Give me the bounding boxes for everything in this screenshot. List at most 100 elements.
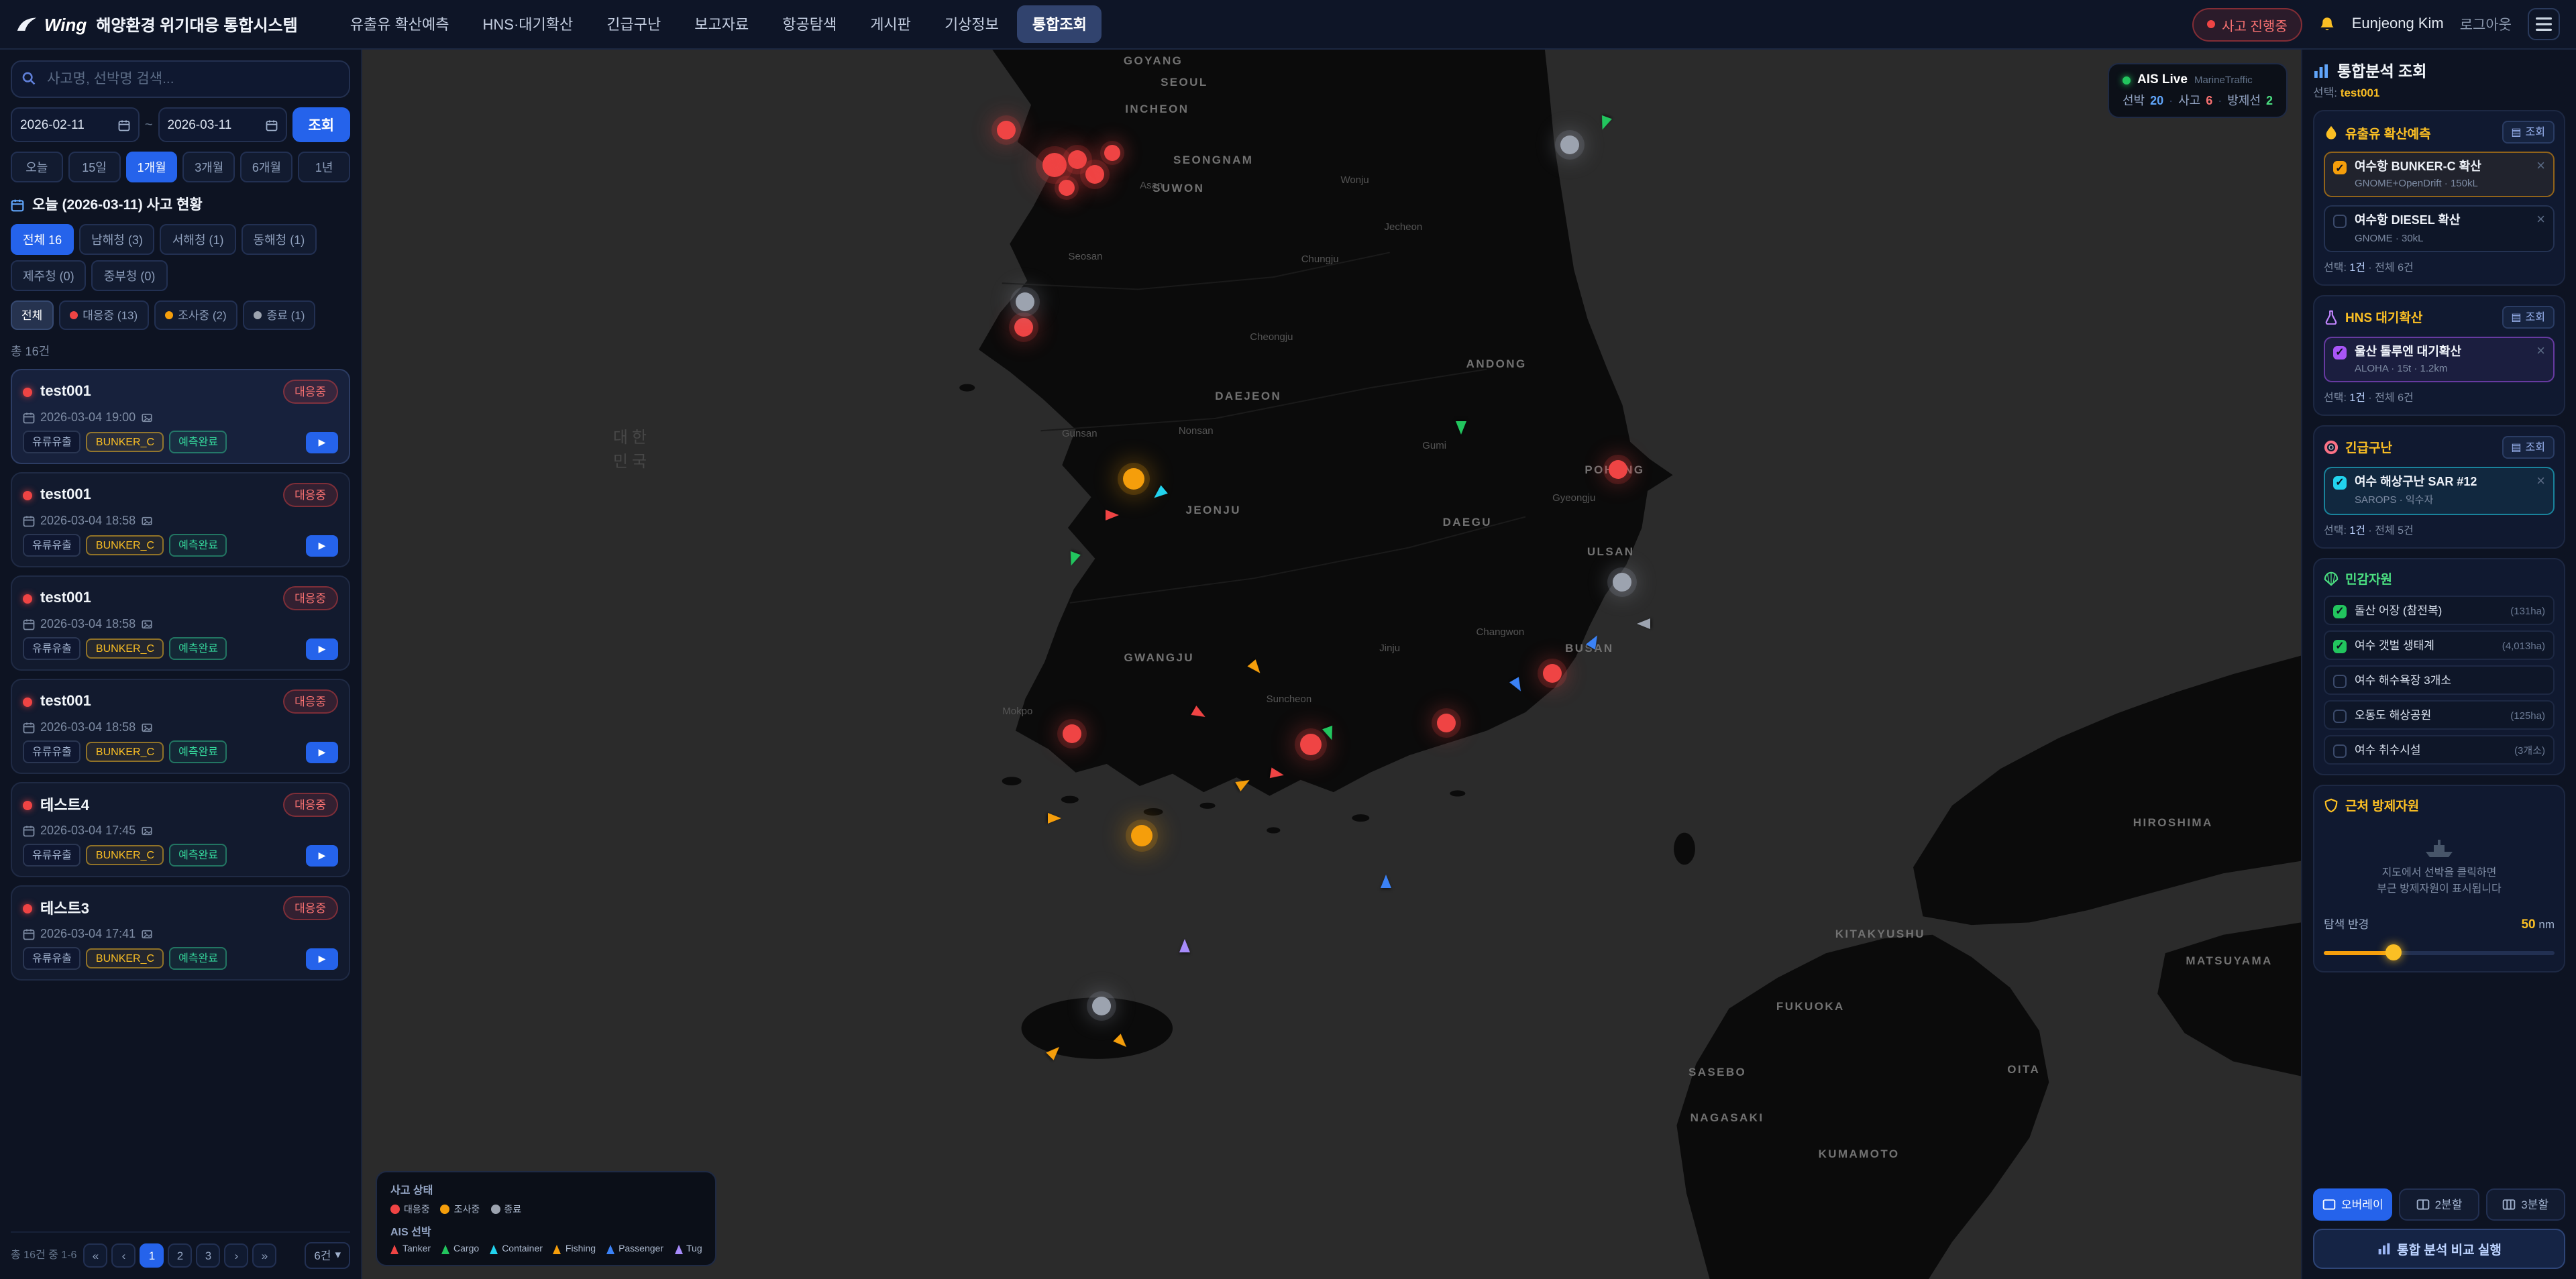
resource-checkbox[interactable] bbox=[2333, 674, 2347, 687]
date-to-input[interactable]: 2026-03-11 bbox=[158, 107, 287, 142]
resource-row[interactable]: 오동도 해상공원(125ha) bbox=[2324, 700, 2555, 730]
close-icon[interactable]: × bbox=[2536, 475, 2545, 490]
page-button[interactable]: 3 bbox=[196, 1243, 220, 1267]
nav-item[interactable]: 기상정보 bbox=[930, 5, 1014, 43]
close-icon[interactable]: × bbox=[2536, 214, 2545, 229]
incident-card[interactable]: test001대응중2026-03-04 18:58유류유출BUNKER_C예측… bbox=[11, 472, 350, 567]
search-input[interactable] bbox=[11, 60, 350, 98]
incident-card[interactable]: 테스트4대응중2026-03-04 17:45유류유출BUNKER_C예측완료▶ bbox=[11, 782, 350, 877]
close-icon[interactable]: × bbox=[2536, 344, 2545, 359]
nav-item[interactable]: 유출유 확산예측 bbox=[335, 5, 464, 43]
resource-checkbox[interactable] bbox=[2333, 709, 2347, 722]
analysis-item[interactable]: ✓울산 톨루엔 대기확산ALOHA · 15t · 1.2km× bbox=[2324, 336, 2555, 382]
incident-view-button[interactable]: ▶ bbox=[306, 844, 338, 866]
date-from-input[interactable]: 2026-02-11 bbox=[11, 107, 140, 142]
analysis-item[interactable]: 여수항 DIESEL 확산GNOME · 30kL× bbox=[2324, 206, 2555, 252]
incident-view-button[interactable]: ▶ bbox=[306, 948, 338, 969]
incident-marker[interactable] bbox=[1131, 824, 1152, 846]
status-filter-chip[interactable]: 전체 bbox=[11, 300, 53, 330]
radius-slider[interactable] bbox=[2324, 943, 2555, 962]
status-filter-chip[interactable]: 조사중 (2) bbox=[154, 300, 237, 330]
incident-marker[interactable] bbox=[1016, 292, 1034, 311]
region-chip[interactable]: 중부청 (0) bbox=[92, 260, 168, 291]
view-mode-button[interactable]: 오버레이 bbox=[2313, 1188, 2393, 1220]
incident-card[interactable]: 테스트3대응중2026-03-04 17:41유류유출BUNKER_C예측완료▶ bbox=[11, 885, 350, 981]
ship-marker[interactable] bbox=[1381, 875, 1391, 889]
analysis-item-checkbox[interactable]: ✓ bbox=[2333, 345, 2347, 359]
analysis-item-checkbox[interactable]: ✓ bbox=[2333, 476, 2347, 490]
analysis-item[interactable]: ✓여수 해상구난 SAR #12SAROPS · 익수자× bbox=[2324, 467, 2555, 516]
quick-range-chip[interactable]: 3개월 bbox=[183, 152, 235, 182]
incident-view-button[interactable]: ▶ bbox=[306, 535, 338, 556]
map[interactable]: 대한민국 AIS Live MarineTraffic 선박20·사고6·방제선… bbox=[362, 50, 2301, 1279]
resource-checkbox[interactable]: ✓ bbox=[2333, 604, 2347, 618]
status-filter-chip[interactable]: 대응중 (13) bbox=[58, 300, 148, 330]
incident-card[interactable]: test001대응중2026-03-04 18:58유류유출BUNKER_C예측… bbox=[11, 679, 350, 774]
nav-item[interactable]: HNS·대기확산 bbox=[468, 5, 588, 43]
incident-card[interactable]: test001대응중2026-03-04 19:00유류유출BUNKER_C예측… bbox=[11, 369, 350, 464]
incident-card[interactable]: test001대응중2026-03-04 18:58유류유출BUNKER_C예측… bbox=[11, 575, 350, 671]
nav-item[interactable]: 통합조회 bbox=[1018, 5, 1102, 43]
analysis-item[interactable]: ✓여수항 BUNKER-C 확산GNOME+OpenDrift · 150kL× bbox=[2324, 152, 2555, 198]
nav-item[interactable]: 보고자료 bbox=[680, 5, 763, 43]
nav-item[interactable]: 항공탐색 bbox=[767, 5, 851, 43]
view-mode-button[interactable]: 2분할 bbox=[2400, 1188, 2479, 1220]
incident-marker[interactable] bbox=[1437, 714, 1456, 732]
incident-marker[interactable] bbox=[1042, 153, 1067, 177]
incident-marker[interactable] bbox=[1068, 151, 1087, 170]
region-chip[interactable]: 전체 16 bbox=[11, 224, 74, 255]
quick-range-chip[interactable]: 6개월 bbox=[241, 152, 293, 182]
analysis-item-checkbox[interactable] bbox=[2333, 215, 2347, 229]
region-chip[interactable]: 제주청 (0) bbox=[11, 260, 87, 291]
notification-bell-icon[interactable] bbox=[2318, 15, 2336, 33]
search-submit-button[interactable]: 조회 bbox=[292, 107, 350, 142]
nav-item[interactable]: 긴급구난 bbox=[592, 5, 676, 43]
logout-button[interactable]: 로그아웃 bbox=[2460, 14, 2512, 34]
quick-range-chip[interactable]: 1년 bbox=[298, 152, 350, 182]
incident-marker[interactable] bbox=[1299, 734, 1321, 755]
region-chip[interactable]: 서해청 (1) bbox=[160, 224, 236, 255]
run-analysis-button[interactable]: 통합 분석 비교 실행 bbox=[2313, 1228, 2565, 1268]
incident-view-button[interactable]: ▶ bbox=[306, 431, 338, 453]
resource-row[interactable]: ✓여수 갯벌 생태계(4,013ha) bbox=[2324, 630, 2555, 660]
resource-checkbox[interactable]: ✓ bbox=[2333, 639, 2347, 653]
incident-marker[interactable] bbox=[1104, 145, 1120, 161]
incident-marker[interactable] bbox=[1014, 318, 1032, 337]
ship-marker[interactable] bbox=[1270, 767, 1285, 780]
incident-marker[interactable] bbox=[1063, 725, 1081, 744]
page-button[interactable]: 2 bbox=[168, 1243, 192, 1267]
incident-marker[interactable] bbox=[1613, 573, 1632, 592]
slider-thumb[interactable] bbox=[2385, 944, 2401, 960]
ship-marker[interactable] bbox=[1048, 813, 1061, 824]
region-chip[interactable]: 남해청 (3) bbox=[79, 224, 155, 255]
page-size-select[interactable]: 6건 ▾ bbox=[305, 1241, 350, 1268]
section-query-button[interactable]: ▤조회 bbox=[2502, 305, 2555, 328]
ship-marker[interactable] bbox=[1456, 422, 1467, 435]
incident-marker[interactable] bbox=[1123, 468, 1144, 490]
quick-range-chip[interactable]: 오늘 bbox=[11, 152, 63, 182]
view-mode-button[interactable]: 3분할 bbox=[2485, 1188, 2565, 1220]
close-icon[interactable]: × bbox=[2536, 160, 2545, 174]
quick-range-chip[interactable]: 15일 bbox=[68, 152, 121, 182]
status-filter-chip[interactable]: 종료 (1) bbox=[243, 300, 316, 330]
menu-button[interactable] bbox=[2528, 8, 2560, 40]
incident-view-button[interactable]: ▶ bbox=[306, 741, 338, 763]
analysis-item-checkbox[interactable]: ✓ bbox=[2333, 161, 2347, 174]
ship-marker[interactable] bbox=[1179, 939, 1189, 952]
nav-item[interactable]: 게시판 bbox=[855, 5, 926, 43]
section-query-button[interactable]: ▤조회 bbox=[2502, 436, 2555, 459]
ship-marker[interactable] bbox=[1106, 510, 1119, 521]
incident-marker[interactable] bbox=[1609, 459, 1628, 478]
incident-marker[interactable] bbox=[1058, 179, 1074, 195]
resource-row[interactable]: 여수 취수시설(3개소) bbox=[2324, 735, 2555, 765]
prev-page-button[interactable]: ‹ bbox=[111, 1243, 136, 1267]
quick-range-chip[interactable]: 1개월 bbox=[125, 152, 178, 182]
region-chip[interactable]: 동해청 (1) bbox=[241, 224, 317, 255]
incident-marker[interactable] bbox=[1085, 164, 1104, 183]
incident-marker[interactable] bbox=[1543, 663, 1562, 682]
incident-marker[interactable] bbox=[1560, 135, 1579, 154]
resource-checkbox[interactable] bbox=[2333, 744, 2347, 757]
ship-marker[interactable] bbox=[1637, 618, 1650, 629]
page-button[interactable]: 1 bbox=[140, 1243, 164, 1267]
first-page-button[interactable]: « bbox=[83, 1243, 107, 1267]
